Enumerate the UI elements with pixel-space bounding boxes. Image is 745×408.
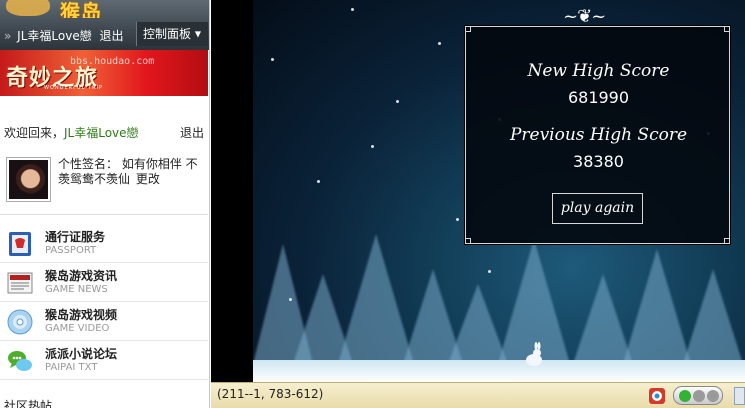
scroll-ornament-icon: ~❦~ xyxy=(563,6,606,27)
rabbit-icon xyxy=(526,342,542,366)
logo-leaf-icon xyxy=(6,0,50,16)
previous-high-score-label: Previous High Score xyxy=(509,125,688,145)
welcome-logout-link[interactable]: 退出 xyxy=(180,124,204,141)
snowflake xyxy=(351,8,354,11)
new-high-score-label: New High Score xyxy=(527,61,670,81)
welcome-username-link[interactable]: JL幸福Love戀 xyxy=(64,126,139,140)
new-high-score-value: 681990 xyxy=(567,88,630,107)
avatar-image xyxy=(9,160,48,199)
top-bar: 猴岛 » JL幸福Love戀 退出 控制面板 ▼ xyxy=(0,0,209,50)
promo-banner[interactable]: bbs.houdao.com 奇妙之旅 WONDERFUL TRIP xyxy=(0,50,208,96)
logo-text: 猴岛 xyxy=(60,0,102,18)
avatar[interactable] xyxy=(6,157,51,202)
status-toggle[interactable] xyxy=(673,386,723,405)
service-item-paipai-txt[interactable]: 派派小说论坛 PAIPAI TXT xyxy=(0,342,208,380)
status-dot-icon xyxy=(693,390,705,402)
panel-corner xyxy=(465,26,471,32)
panel-corner xyxy=(724,26,730,32)
service-item-passport[interactable]: 通行证服务 PASSPORT xyxy=(0,225,208,263)
service-item-game-news[interactable]: 猴岛游戏资讯 GAME NEWS xyxy=(0,264,208,302)
welcome-prefix: 欢迎回来， xyxy=(4,126,65,140)
snowflake xyxy=(289,298,292,301)
snowflake xyxy=(438,42,441,45)
welcome-line: 欢迎回来，JL幸福Love戀 xyxy=(4,124,206,141)
service-title: 通行证服务 xyxy=(45,230,106,244)
site-logo[interactable]: 猴岛 xyxy=(2,0,207,18)
video-disc-icon xyxy=(7,309,33,335)
chevron-down-icon: ▼ xyxy=(194,29,201,39)
signature-label: 个性签名： xyxy=(58,157,119,171)
passport-icon xyxy=(9,232,31,256)
service-item-game-video[interactable]: 猴岛游戏视频 GAME VIDEO xyxy=(0,303,208,341)
user-bar: » JL幸福Love戀 退出 xyxy=(4,27,124,44)
coords-readout: (211--1, 783-612) xyxy=(217,387,324,401)
status-dot-icon xyxy=(679,390,691,402)
panel-corner xyxy=(724,238,730,244)
game-canvas[interactable]: ~❦~ New High Score 681990 Previous High … xyxy=(211,0,745,382)
snowflake xyxy=(371,145,374,148)
service-subtitle: GAME NEWS xyxy=(45,284,108,295)
chat-bubbles-icon xyxy=(8,351,32,371)
snowflake xyxy=(317,180,320,183)
service-title: 猴岛游戏资讯 xyxy=(45,269,118,283)
hot-posts-heading: 社区热帖 xyxy=(4,399,53,408)
snow-ground xyxy=(253,360,745,382)
service-subtitle: GAME VIDEO xyxy=(45,323,110,334)
score-panel: New High Score 681990 Previous High Scor… xyxy=(465,26,730,244)
control-panel-button[interactable]: 控制面板 ▼ xyxy=(136,22,208,46)
status-dot-icon xyxy=(707,390,719,402)
user-bar-logout-link[interactable]: 退出 xyxy=(100,29,124,43)
service-title: 派派小说论坛 xyxy=(45,347,118,361)
service-subtitle: PAIPAI TXT xyxy=(45,362,98,373)
signature: 个性签名： 如有你相伴 不羡鸳鸯不羡仙 更改 xyxy=(58,157,208,187)
signature-edit-link[interactable]: 更改 xyxy=(136,172,160,186)
sidebar: 猴岛 » JL幸福Love戀 退出 控制面板 ▼ bbs.houdao.com … xyxy=(0,0,210,408)
snowflake xyxy=(396,100,399,103)
banner-subtitle: WONDERFUL TRIP xyxy=(44,85,104,91)
news-icon xyxy=(7,272,33,294)
network-icon[interactable] xyxy=(648,387,666,405)
service-subtitle: PASSPORT xyxy=(45,245,97,256)
snowflake xyxy=(488,270,491,273)
window-icon[interactable] xyxy=(734,387,745,405)
panel-corner xyxy=(465,238,471,244)
user-bar-separator: » xyxy=(4,29,12,43)
control-panel-label: 控制面板 xyxy=(143,27,192,41)
snowflake xyxy=(456,218,459,221)
divider xyxy=(0,214,208,215)
snowy-tree xyxy=(683,269,743,364)
snowflake xyxy=(271,58,274,61)
user-bar-username[interactable]: JL幸福Love戀 xyxy=(17,29,92,43)
previous-high-score-value: 38380 xyxy=(573,152,624,171)
snowy-tree xyxy=(623,249,691,364)
service-title: 猴岛游戏视频 xyxy=(45,308,118,322)
status-bar: (211--1, 783-612) xyxy=(211,382,745,408)
play-again-button[interactable]: play again xyxy=(552,193,643,224)
